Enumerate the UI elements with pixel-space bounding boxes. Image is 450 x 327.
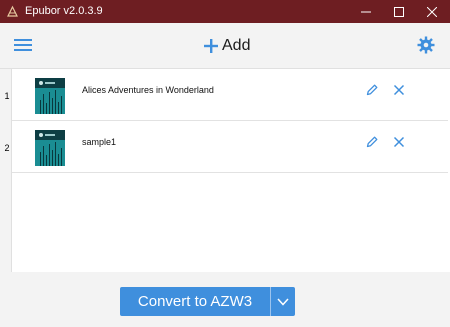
maximize-button[interactable] (382, 0, 415, 23)
plus-icon (204, 39, 218, 53)
gear-icon[interactable] (417, 36, 435, 54)
title-bar: Epubor v2.0.3.9 (0, 0, 450, 23)
row-number: 1 (4, 91, 10, 101)
app-logo-icon (7, 5, 18, 17)
window-title: Epubor v2.0.3.9 (25, 5, 103, 17)
row-number: 2 (4, 143, 10, 153)
convert-button-group: Convert to AZW3 (120, 287, 295, 316)
book-cover-thumbnail (35, 78, 65, 114)
minimize-button[interactable] (349, 0, 382, 23)
delete-x-icon[interactable] (392, 83, 406, 97)
delete-x-icon[interactable] (392, 135, 406, 149)
add-books-button[interactable]: Add (203, 35, 250, 57)
add-label: Add (222, 37, 251, 54)
book-list: 1 Alices Adventures in Wonderland 2 samp… (0, 68, 450, 273)
list-item[interactable]: 2 sample1 (4, 121, 448, 173)
format-dropdown-button[interactable] (271, 287, 295, 316)
minimize-icon (360, 11, 371, 12)
book-title: sample1 (82, 137, 117, 147)
maximize-icon (393, 6, 404, 17)
chevron-down-icon (277, 297, 289, 306)
bottom-bar: Convert to AZW3 (0, 272, 450, 327)
list-item[interactable]: 1 Alices Adventures in Wonderland (4, 69, 448, 121)
close-icon (426, 6, 437, 17)
convert-button[interactable]: Convert to AZW3 (120, 287, 270, 316)
toolbar: Add (0, 23, 450, 68)
edit-pencil-icon[interactable] (365, 83, 379, 97)
book-title: Alices Adventures in Wonderland (82, 85, 214, 95)
book-cover-thumbnail (35, 130, 65, 166)
close-window-button[interactable] (415, 0, 448, 23)
edit-pencil-icon[interactable] (365, 135, 379, 149)
hamburger-menu-icon[interactable] (13, 37, 33, 53)
